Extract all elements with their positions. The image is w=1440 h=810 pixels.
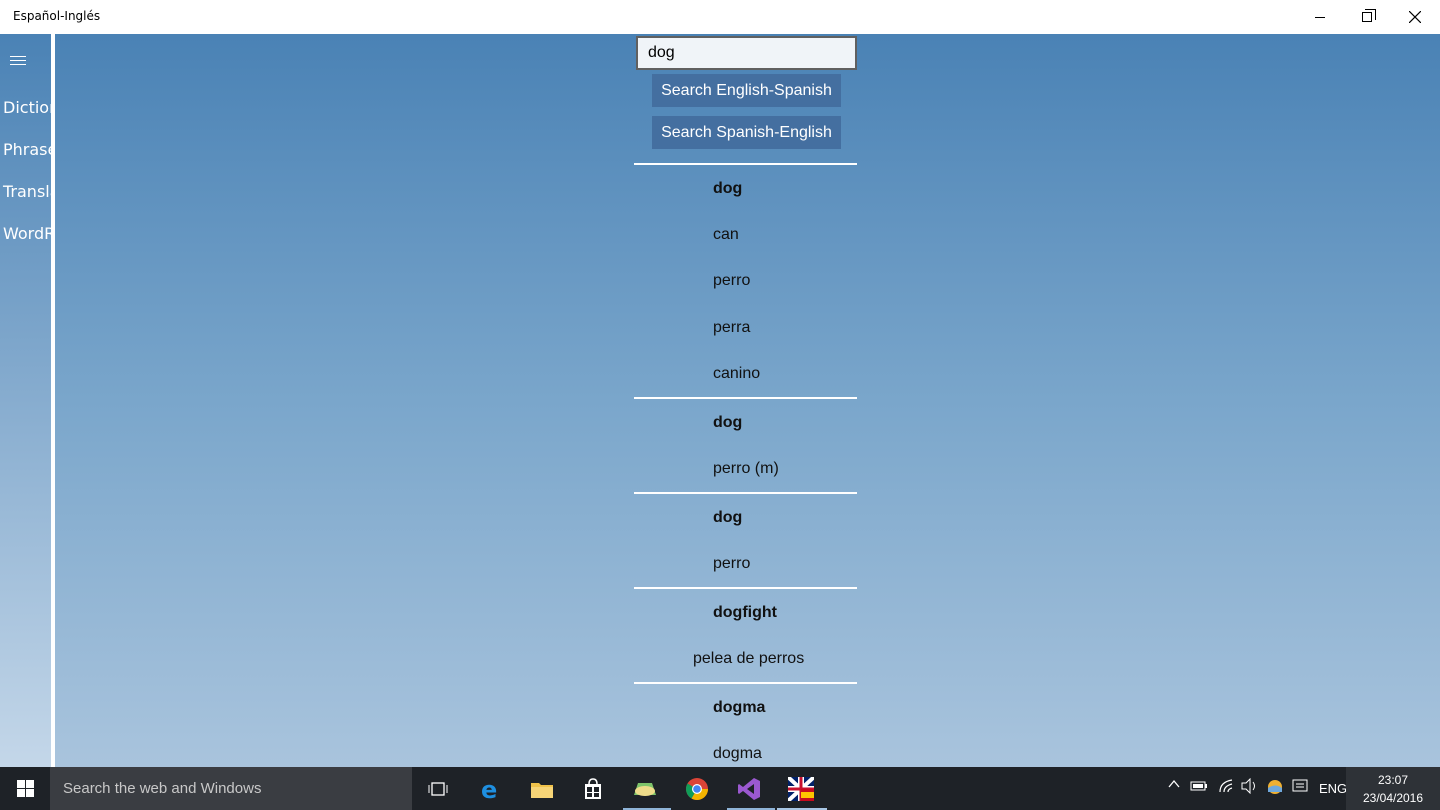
chrome-icon[interactable] (681, 773, 713, 805)
result-translation: perro (713, 272, 751, 289)
close-icon (1409, 11, 1421, 23)
sidebar-item-phrases[interactable]: Phrases (3, 140, 51, 159)
result-translation: pelea de perros (693, 650, 805, 667)
result-translation: canino (713, 365, 761, 382)
result-translation: perro (m) (713, 460, 779, 477)
app-area: Diction Phrases Translat WordRe Search E… (0, 34, 1440, 767)
edge-browser-icon[interactable]: e (475, 773, 507, 805)
result-divider (634, 163, 857, 165)
svg-text:e: e (481, 777, 497, 801)
window-title: Español-Inglés (13, 9, 101, 23)
result-divider (634, 492, 857, 494)
result-translation: perro (713, 555, 751, 572)
result-translation: perra (713, 319, 751, 336)
result-divider (634, 397, 857, 399)
hamburger-menu-icon[interactable] (10, 54, 27, 68)
title-bar: Español-Inglés (0, 0, 1440, 34)
sidebar-item-translate[interactable]: Translat (3, 182, 51, 201)
start-button[interactable] (0, 767, 50, 810)
minimize-button[interactable] (1297, 0, 1343, 34)
result-term: dogfight (713, 604, 777, 621)
close-button[interactable] (1392, 0, 1438, 34)
minimize-icon (1315, 16, 1325, 18)
result-divider (634, 682, 857, 684)
clock[interactable]: 23:07 23/04/2016 (1346, 767, 1440, 810)
visual-studio-icon[interactable] (733, 773, 765, 805)
espanol-ingles-app-icon[interactable] (785, 773, 817, 805)
store-icon[interactable] (577, 773, 609, 805)
windows-logo-icon (16, 780, 34, 797)
volume-icon[interactable] (1241, 777, 1259, 797)
result-divider (634, 587, 857, 589)
search-input[interactable] (636, 36, 857, 70)
clock-time: 23:07 (1377, 773, 1409, 787)
sidebar: Diction Phrases Translat WordRe (0, 34, 53, 767)
cloud-app-icon[interactable] (629, 773, 661, 805)
taskbar: Search the web and Windows e ENG 23:07 2… (0, 767, 1440, 810)
taskbar-search-box[interactable]: Search the web and Windows (50, 767, 412, 810)
file-explorer-icon[interactable] (526, 773, 558, 805)
restore-button[interactable] (1344, 0, 1390, 34)
wifi-icon[interactable] (1218, 778, 1236, 797)
result-term: dog (713, 180, 743, 197)
search-english-spanish-button[interactable]: Search English-Spanish (652, 74, 841, 107)
result-translation: can (713, 226, 739, 243)
battery-icon[interactable] (1190, 780, 1208, 795)
weather-icon[interactable] (1267, 779, 1283, 798)
input-language-indicator[interactable]: ENG (1319, 781, 1347, 796)
restore-icon (1362, 9, 1376, 22)
show-hidden-icons-chevron-icon[interactable] (1167, 777, 1181, 794)
result-term: dog (713, 509, 743, 526)
clock-date: 23/04/2016 (1362, 791, 1424, 805)
sidebar-item-dictionary[interactable]: Diction (3, 98, 51, 117)
result-translation: dogma (713, 745, 762, 762)
task-view-icon[interactable] (422, 773, 454, 805)
sidebar-item-wordreference[interactable]: WordRe (3, 224, 51, 243)
main-content: Search English-Spanish Search Spanish-En… (55, 34, 1440, 767)
result-term: dog (713, 414, 743, 431)
search-spanish-english-button[interactable]: Search Spanish-English (652, 116, 841, 149)
action-center-icon[interactable] (1292, 778, 1308, 797)
result-term: dogma (713, 699, 766, 716)
